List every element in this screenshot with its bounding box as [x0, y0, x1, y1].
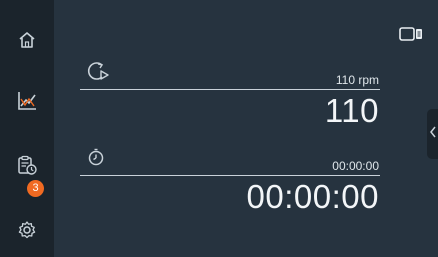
nav-settings-button[interactable]	[0, 207, 54, 253]
display-mode-icon	[399, 26, 423, 46]
speed-setpoint-label: 110 rpm	[335, 73, 379, 87]
timer-divider	[80, 175, 380, 176]
home-icon	[17, 30, 37, 50]
display-mode-button[interactable]	[397, 26, 425, 46]
nav-home-button[interactable]	[0, 17, 54, 63]
rotation-speed-icon	[85, 59, 111, 85]
side-panel-handle[interactable]	[427, 109, 438, 159]
speed-divider	[80, 89, 380, 90]
timer-icon	[85, 146, 107, 168]
chart-icon	[16, 90, 38, 112]
chevron-left-icon	[429, 125, 437, 144]
clipboard-clock-icon	[16, 154, 38, 176]
nav-tasks-button[interactable]	[0, 142, 54, 188]
timer-actual-value: 00:00:00	[246, 178, 379, 215]
nav-graph-button[interactable]	[0, 78, 54, 124]
speed-actual-value: 110	[324, 92, 379, 129]
task-count-badge: 3	[27, 180, 44, 197]
sidebar-nav: 3	[0, 0, 54, 257]
gear-icon	[17, 220, 37, 240]
timer-setpoint-label: 00:00:00	[332, 159, 379, 173]
